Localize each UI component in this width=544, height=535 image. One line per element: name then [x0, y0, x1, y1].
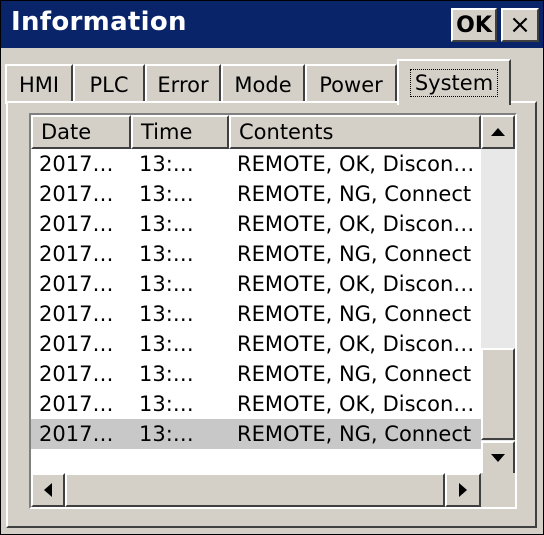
cell-time: 13:…	[139, 302, 194, 326]
tab-hmi[interactable]: HMI	[5, 64, 73, 104]
cell-time: 13:…	[139, 332, 194, 356]
vertical-scroll-thumb[interactable]	[481, 348, 515, 440]
cell-contents: REMOTE, NG, Connect	[237, 422, 472, 446]
tab-power[interactable]: Power	[305, 64, 397, 104]
left-arrow-icon	[44, 483, 52, 497]
list-item[interactable]: 2017… 13:… REMOTE, NG, Connect	[31, 239, 481, 269]
title-bar: Information OK ×	[1, 1, 543, 48]
scroll-down-button[interactable]	[481, 441, 515, 475]
list-item[interactable]: 2017… 13:… REMOTE, OK, Discon…	[31, 209, 481, 239]
cell-date: 2017…	[39, 422, 114, 446]
down-arrow-icon	[491, 454, 505, 462]
column-header-date[interactable]: Date	[31, 115, 131, 149]
cell-time: 13:…	[139, 422, 194, 446]
up-arrow-icon	[491, 128, 505, 136]
list-item[interactable]: 2017… 13:… REMOTE, OK, Discon…	[31, 269, 481, 299]
cell-date: 2017…	[39, 332, 114, 356]
tab-label: Mode	[234, 73, 292, 97]
cell-contents: REMOTE, OK, Discon…	[237, 392, 475, 416]
list-item[interactable]: 2017… 13:… REMOTE, NG, Connect	[31, 359, 481, 389]
cell-time: 13:…	[139, 362, 194, 386]
list-item[interactable]: 2017… 13:… REMOTE, NG, Connect	[31, 299, 481, 329]
ok-button[interactable]: OK	[451, 8, 497, 42]
cell-date: 2017…	[39, 302, 114, 326]
list-item[interactable]: 2017… 13:… REMOTE, OK, Discon…	[31, 329, 481, 359]
tab-label: Error	[157, 73, 209, 97]
tab-label: Power	[319, 73, 383, 97]
cell-date: 2017…	[39, 152, 114, 176]
window-title: Information	[11, 7, 187, 37]
cell-time: 13:…	[139, 212, 194, 236]
tab-label: PLC	[89, 73, 129, 97]
scrollbar-corner	[481, 473, 515, 507]
cell-contents: REMOTE, OK, Discon…	[237, 272, 475, 296]
cell-contents: REMOTE, OK, Discon…	[237, 332, 475, 356]
cell-time: 13:…	[139, 242, 194, 266]
column-header-contents[interactable]: Contents	[229, 115, 481, 149]
list-item[interactable]: 2017… 13:… REMOTE, NG, Connect	[31, 179, 481, 209]
information-dialog: Information OK × HMI PLC Error Mode Powe…	[0, 0, 544, 535]
tab-mode[interactable]: Mode	[221, 64, 305, 104]
cell-time: 13:…	[139, 182, 194, 206]
cell-date: 2017…	[39, 242, 114, 266]
tab-error[interactable]: Error	[145, 64, 221, 104]
list-header: Date Time Contents	[31, 115, 481, 149]
cell-date: 2017…	[39, 212, 114, 236]
cell-contents: REMOTE, NG, Connect	[237, 362, 472, 386]
cell-contents: REMOTE, NG, Connect	[237, 242, 472, 266]
right-arrow-icon	[459, 483, 467, 497]
vertical-scrollbar[interactable]	[481, 115, 515, 475]
tab-label: HMI	[18, 73, 60, 97]
list-item[interactable]: 2017… 13:… REMOTE, OK, Discon…	[31, 149, 481, 179]
tab-system[interactable]: System	[397, 59, 511, 105]
horizontal-scroll-thumb[interactable]	[65, 473, 445, 507]
column-header-time[interactable]: Time	[131, 115, 229, 149]
horizontal-scrollbar[interactable]	[31, 473, 481, 507]
cell-time: 13:…	[139, 272, 194, 296]
cell-contents: REMOTE, OK, Discon…	[237, 212, 475, 236]
cell-time: 13:…	[139, 392, 194, 416]
scroll-up-button[interactable]	[481, 115, 515, 149]
list-item[interactable]: 2017… 13:… REMOTE, NG, Connect	[31, 419, 481, 449]
cell-contents: REMOTE, NG, Connect	[237, 182, 472, 206]
tab-panel-system: Date Time Contents 2017… 13:… REMOTE, OK, …	[6, 101, 537, 528]
cell-date: 2017…	[39, 272, 114, 296]
scroll-left-button[interactable]	[31, 473, 65, 507]
cell-date: 2017…	[39, 362, 114, 386]
cell-time: 13:…	[139, 152, 194, 176]
tab-plc[interactable]: PLC	[73, 64, 145, 104]
cell-contents: REMOTE, NG, Connect	[237, 302, 472, 326]
cell-date: 2017…	[39, 392, 114, 416]
close-button[interactable]: ×	[501, 8, 539, 42]
scroll-right-button[interactable]	[445, 473, 481, 507]
cell-date: 2017…	[39, 182, 114, 206]
cell-contents: REMOTE, OK, Discon…	[237, 152, 475, 176]
system-log-list[interactable]: Date Time Contents 2017… 13:… REMOTE, OK, …	[29, 113, 517, 509]
tab-label: System	[409, 69, 499, 97]
list-item[interactable]: 2017… 13:… REMOTE, OK, Discon…	[31, 389, 481, 419]
tab-strip: HMI PLC Error Mode Power System	[1, 48, 543, 105]
